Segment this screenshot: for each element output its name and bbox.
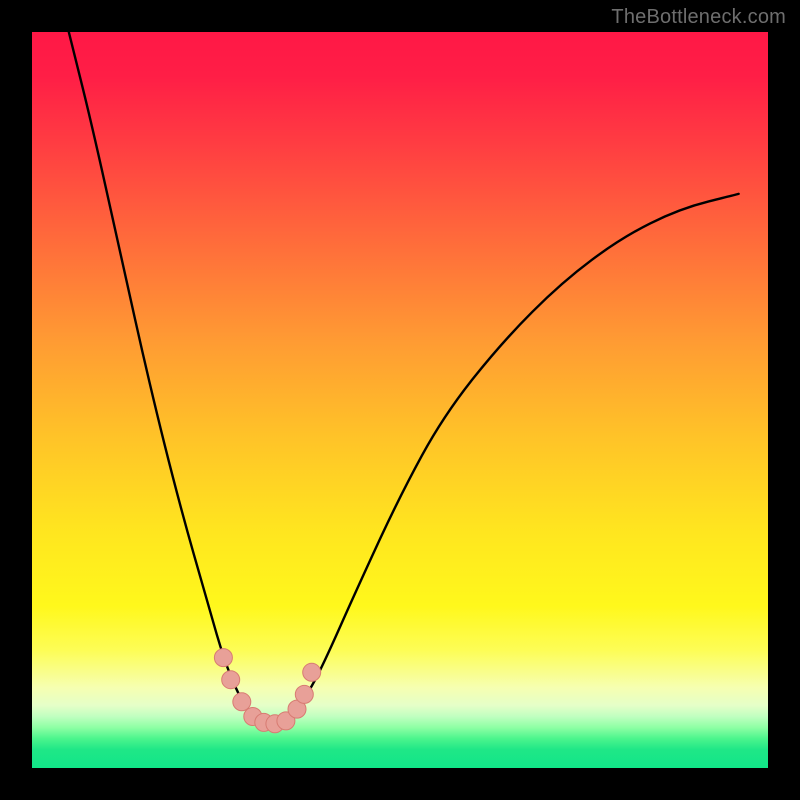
curve-layer xyxy=(32,32,768,768)
bottleneck-curve xyxy=(69,32,739,723)
watermark-text: TheBottleneck.com xyxy=(611,6,786,29)
curve-marker xyxy=(222,671,240,689)
curve-marker xyxy=(233,693,251,711)
curve-marker xyxy=(295,685,313,703)
curve-marker xyxy=(303,663,321,681)
chart-frame: TheBottleneck.com xyxy=(0,0,800,800)
plot-area xyxy=(32,32,768,768)
curve-marker xyxy=(214,649,232,667)
marker-group xyxy=(214,649,320,733)
